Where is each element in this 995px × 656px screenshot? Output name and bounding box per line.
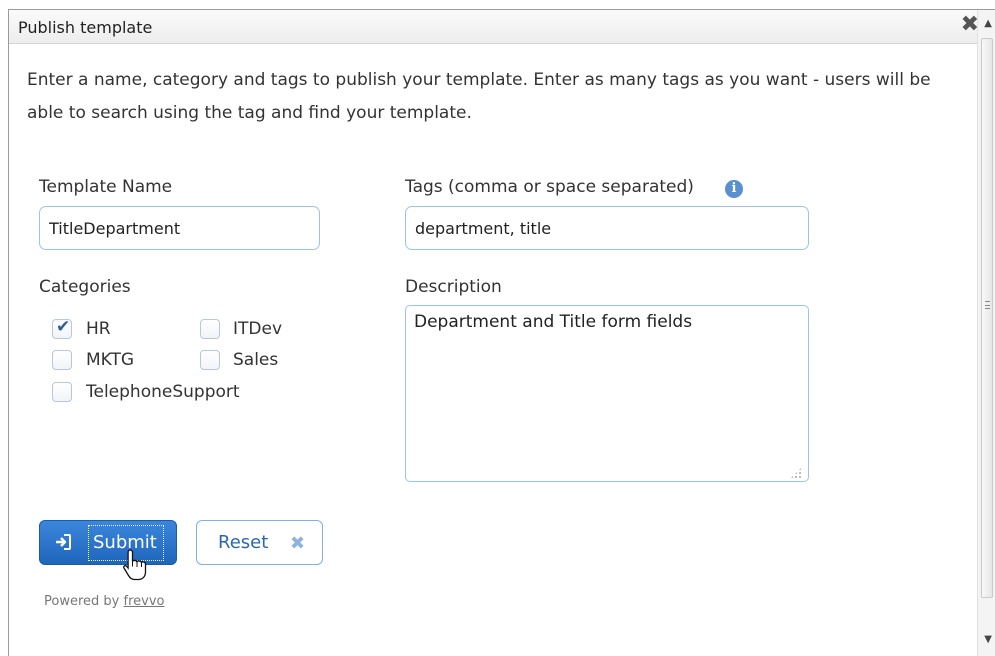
hand-cursor-icon xyxy=(123,549,147,581)
powered-text: Powered by xyxy=(44,594,120,609)
publish-template-dialog: Publish template ✖ Enter a name, categor… xyxy=(8,9,995,656)
categories-label: Categories xyxy=(39,277,131,297)
frevvo-link[interactable]: frevvo xyxy=(124,594,165,609)
description-textarea[interactable]: Department and Title form fields xyxy=(405,305,809,482)
intro-text: Enter a name, category and tags to publi… xyxy=(27,70,931,123)
reset-label: Reset xyxy=(218,532,269,553)
scroll-grip-icon xyxy=(985,301,990,309)
checkbox-label-itdev: ITDev xyxy=(233,319,283,339)
description-label: Description xyxy=(405,277,502,297)
reset-x-icon: ✖ xyxy=(290,533,306,554)
info-icon[interactable]: i xyxy=(725,180,743,198)
checkbox-label-telephonesupport: TelephoneSupport xyxy=(86,382,240,402)
checkbox-label-sales: Sales xyxy=(233,350,279,370)
checkbox-label-mktg: MKTG xyxy=(86,350,135,370)
dialog-title: Publish template xyxy=(18,18,153,37)
checkbox-telephonesupport[interactable] xyxy=(52,382,72,402)
tags-label: Tags (comma or space separated) xyxy=(405,177,694,197)
scroll-up-icon[interactable]: ▲ xyxy=(984,18,992,29)
checkbox-mktg[interactable] xyxy=(52,350,72,370)
tags-input[interactable] xyxy=(405,206,809,250)
check-icon: ✔ xyxy=(56,317,71,337)
sign-in-icon xyxy=(56,534,71,550)
template-name-input[interactable] xyxy=(39,206,320,250)
checkbox-itdev[interactable] xyxy=(200,319,220,339)
template-name-label: Template Name xyxy=(39,177,173,197)
checkbox-sales[interactable] xyxy=(200,350,220,370)
scroll-thumb[interactable] xyxy=(981,38,993,598)
reset-button[interactable]: Reset ✖ xyxy=(196,520,323,565)
scroll-down-icon[interactable]: ▼ xyxy=(984,634,992,645)
powered-by: Powered by frevvo xyxy=(44,594,164,609)
dialog-titlebar: Publish template ✖ xyxy=(9,10,995,44)
checkbox-label-hr: HR xyxy=(86,319,111,339)
checkbox-hr[interactable]: ✔ xyxy=(52,317,72,339)
vertical-scrollbar[interactable]: ▲ ▼ xyxy=(977,10,995,656)
submit-button[interactable]: Submit xyxy=(39,520,177,565)
